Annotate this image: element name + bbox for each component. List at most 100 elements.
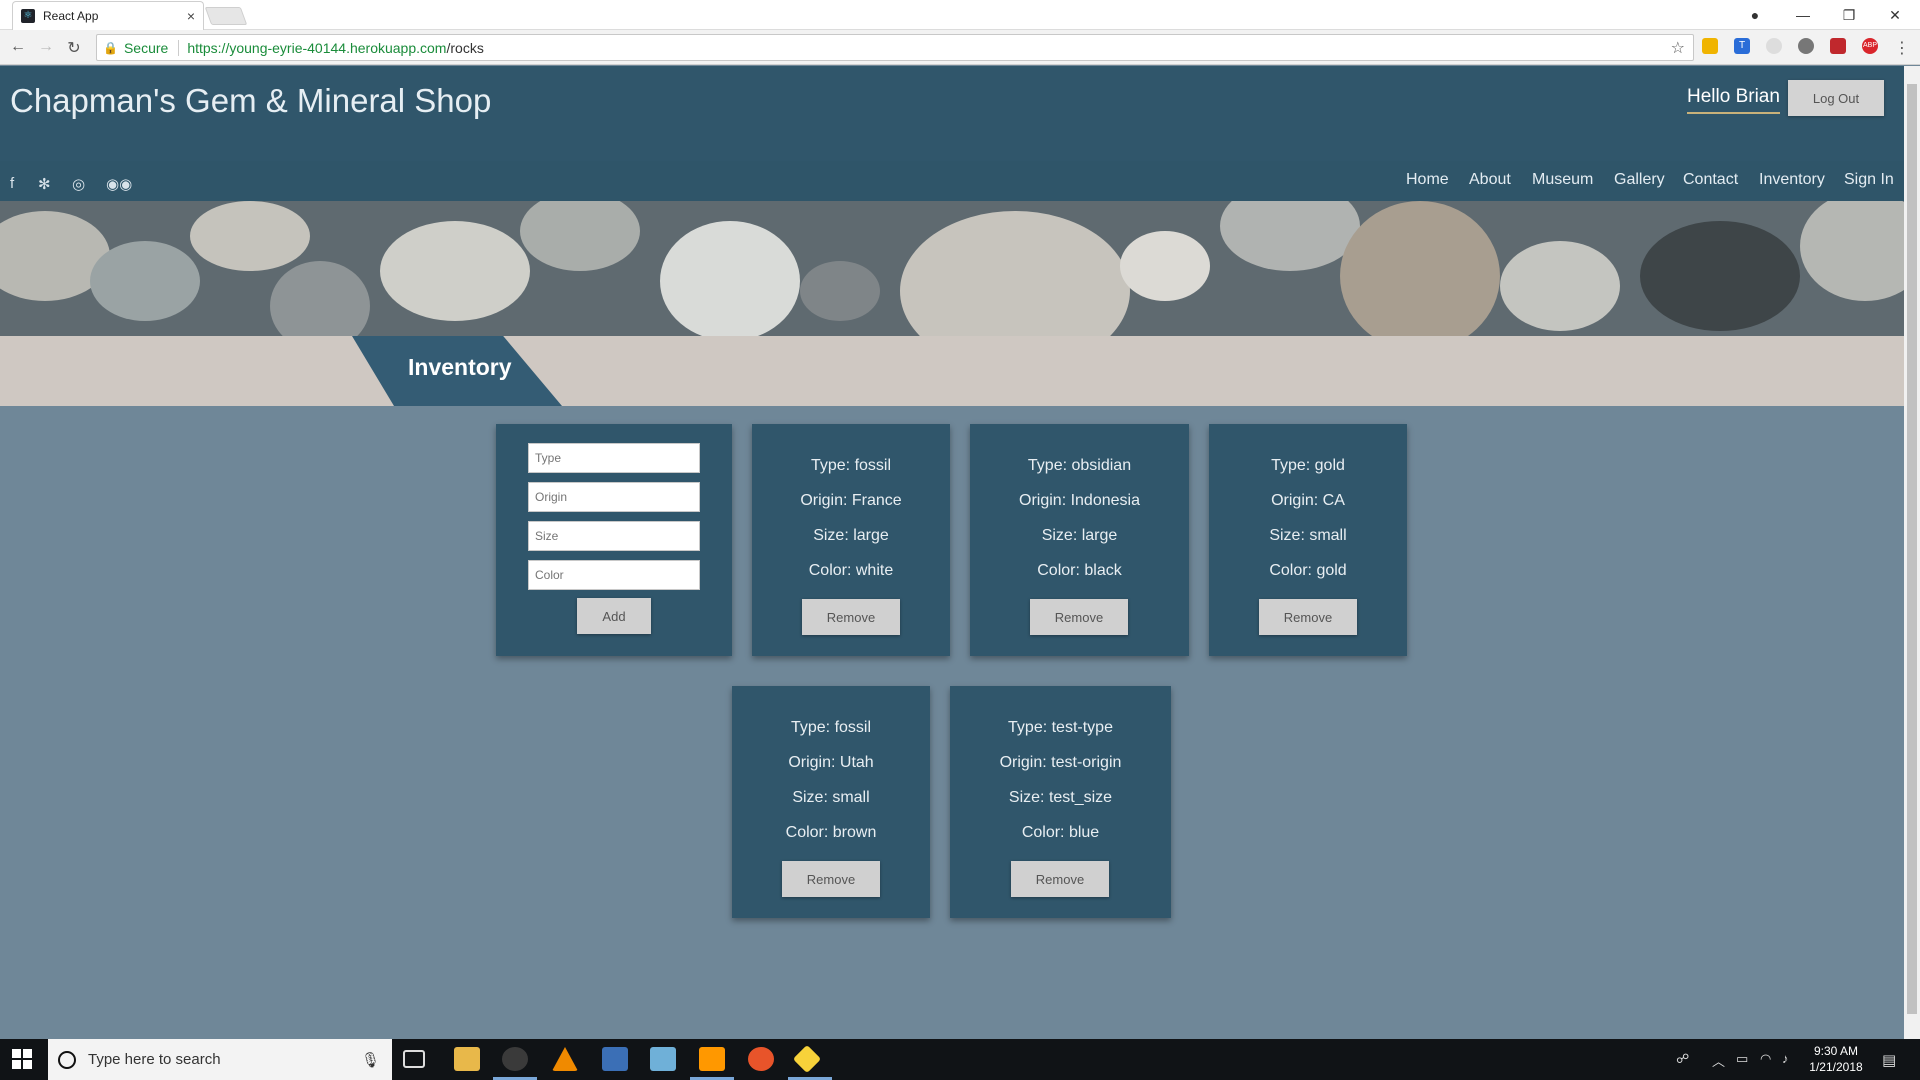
- origin-input[interactable]: [528, 482, 700, 512]
- remove-button[interactable]: Remove: [1011, 861, 1109, 897]
- lock-icon: 🔒: [103, 40, 118, 55]
- back-icon[interactable]: ←: [8, 38, 28, 56]
- page-scrollbar[interactable]: [1904, 66, 1920, 1039]
- secure-label: Secure: [124, 39, 180, 56]
- rock-size: Size: test_size: [1008, 789, 1113, 806]
- rock-origin: Origin: CA: [1271, 492, 1345, 509]
- taskbar-search[interactable]: Type here to search 🎙: [48, 1039, 392, 1080]
- browser-toolbar: ← → ↻ 🔒 Secure https://young-eyrie-40144…: [0, 30, 1920, 65]
- logout-button[interactable]: Log Out: [1788, 80, 1884, 116]
- size-input[interactable]: [528, 521, 700, 551]
- rock-size: Size: small: [792, 789, 870, 806]
- remove-button[interactable]: Remove: [1030, 599, 1128, 635]
- task-view-icon[interactable]: [403, 1050, 425, 1068]
- taskbar-clock[interactable]: 9:30 AM 1/21/2018: [1806, 1043, 1866, 1075]
- page: Chapman's Gem & Mineral Shop Hello Brian…: [0, 66, 1904, 1039]
- extension-icon[interactable]: [1830, 38, 1846, 54]
- inventory-card: Type: gold Origin: CA Size: small Color:…: [1209, 424, 1407, 656]
- gitkraken-icon[interactable]: [792, 1044, 822, 1074]
- rock-type: Type: obsidian: [1027, 457, 1132, 474]
- browser-tab-bar: ⚛ React App × ● — ❐ ✕: [0, 0, 1920, 30]
- rock-origin: Origin: test-origin: [999, 754, 1122, 771]
- nav-museum[interactable]: Museum: [1532, 171, 1593, 189]
- section-title: Inventory: [408, 354, 512, 380]
- app-icon[interactable]: [650, 1047, 676, 1071]
- sublime-text-icon[interactable]: [699, 1047, 725, 1071]
- color-input[interactable]: [528, 560, 700, 590]
- extension-icon[interactable]: [1702, 38, 1718, 54]
- nav-gallery[interactable]: Gallery: [1614, 171, 1665, 189]
- cortana-icon: [58, 1050, 76, 1069]
- inventory-card: Type: test-type Origin: test-origin Size…: [950, 686, 1171, 918]
- postman-icon[interactable]: [748, 1047, 774, 1071]
- wifi-icon[interactable]: ◠: [1760, 1051, 1771, 1067]
- people-icon[interactable]: ☍: [1676, 1051, 1689, 1067]
- nav-inventory[interactable]: Inventory: [1759, 171, 1825, 189]
- site-title: Chapman's Gem & Mineral Shop: [10, 82, 492, 119]
- url-path: /rocks: [446, 39, 484, 56]
- url-host: https://young-eyrie-40144.herokuapp.com: [187, 39, 447, 56]
- bookmark-star-icon[interactable]: ☆: [1671, 38, 1685, 58]
- nav-home[interactable]: Home: [1406, 171, 1449, 189]
- rock-type: Type: test-type: [1008, 719, 1113, 736]
- extension-icon[interactable]: [1766, 38, 1782, 54]
- minimize-icon[interactable]: —: [1780, 0, 1826, 30]
- rock-size: Size: large: [1041, 527, 1118, 544]
- file-explorer-icon[interactable]: [454, 1047, 480, 1071]
- yelp-icon[interactable]: ✻: [38, 175, 51, 193]
- tripadvisor-icon[interactable]: ◉◉: [106, 175, 132, 193]
- tab-close-icon[interactable]: ×: [187, 8, 195, 24]
- forward-icon[interactable]: →: [36, 38, 56, 56]
- inventory-card: Type: obsidian Origin: Indonesia Size: l…: [970, 424, 1189, 656]
- nav-contact[interactable]: Contact: [1683, 171, 1738, 189]
- notifications-icon[interactable]: ▤: [1882, 1051, 1896, 1069]
- search-placeholder: Type here to search: [88, 1051, 221, 1068]
- greeting: Hello Brian: [1687, 86, 1780, 114]
- facebook-icon[interactable]: f: [10, 175, 14, 192]
- adblock-icon[interactable]: ABP: [1862, 38, 1878, 54]
- rock-color: Color: black: [1037, 562, 1122, 579]
- rock-origin: Origin: France: [800, 492, 902, 509]
- nav-about[interactable]: About: [1469, 171, 1511, 189]
- nav-sign-in[interactable]: Sign In: [1844, 171, 1894, 189]
- section-band: [0, 336, 1904, 406]
- volume-icon[interactable]: ♪: [1782, 1051, 1789, 1066]
- add-button[interactable]: Add: [577, 598, 651, 634]
- windows-start-icon[interactable]: [12, 1049, 32, 1069]
- address-bar[interactable]: 🔒 Secure https://young-eyrie-40144.herok…: [96, 34, 1694, 61]
- rock-color: Color: blue: [1021, 824, 1100, 841]
- restore-icon[interactable]: ❐: [1826, 0, 1872, 30]
- rock-origin: Origin: Utah: [788, 754, 874, 771]
- instagram-icon[interactable]: ◎: [72, 175, 85, 193]
- inventory-card: Type: fossil Origin: Utah Size: small Co…: [732, 686, 930, 918]
- browser-tab[interactable]: ⚛ React App ×: [12, 1, 204, 30]
- rock-color: Color: brown: [785, 824, 877, 841]
- rock-color: Color: gold: [1269, 562, 1347, 579]
- rock-origin: Origin: Indonesia: [1019, 492, 1140, 509]
- remove-button[interactable]: Remove: [802, 599, 900, 635]
- notepad-icon[interactable]: [602, 1047, 628, 1071]
- hero-pebble-image: [0, 201, 1904, 336]
- clock-date: 1/21/2018: [1809, 1060, 1863, 1074]
- microphone-icon[interactable]: 🎙: [361, 1051, 380, 1069]
- vlc-icon[interactable]: [552, 1047, 578, 1071]
- remove-button[interactable]: Remove: [782, 861, 880, 897]
- rock-type: Type: gold: [1271, 457, 1345, 474]
- extension-icon[interactable]: [1798, 38, 1814, 54]
- extension-icon[interactable]: T: [1734, 38, 1750, 54]
- tray-expand-icon[interactable]: ︿: [1712, 1051, 1725, 1070]
- remove-button[interactable]: Remove: [1259, 599, 1357, 635]
- add-rock-form: Add: [496, 424, 732, 656]
- profile-icon[interactable]: ●: [1732, 0, 1778, 30]
- scrollbar-thumb[interactable]: [1907, 84, 1917, 1014]
- battery-icon[interactable]: ▭: [1736, 1051, 1748, 1067]
- rock-type: Type: fossil: [790, 719, 872, 736]
- type-input[interactable]: [528, 443, 700, 473]
- rock-size: Size: large: [813, 527, 889, 544]
- menu-icon[interactable]: ⋮: [1892, 38, 1912, 58]
- rock-size: Size: small: [1269, 527, 1347, 544]
- close-window-icon[interactable]: ✕: [1872, 0, 1918, 30]
- new-tab-button[interactable]: [204, 7, 248, 25]
- reload-icon[interactable]: ↻: [64, 38, 84, 58]
- chrome-icon[interactable]: [502, 1047, 528, 1071]
